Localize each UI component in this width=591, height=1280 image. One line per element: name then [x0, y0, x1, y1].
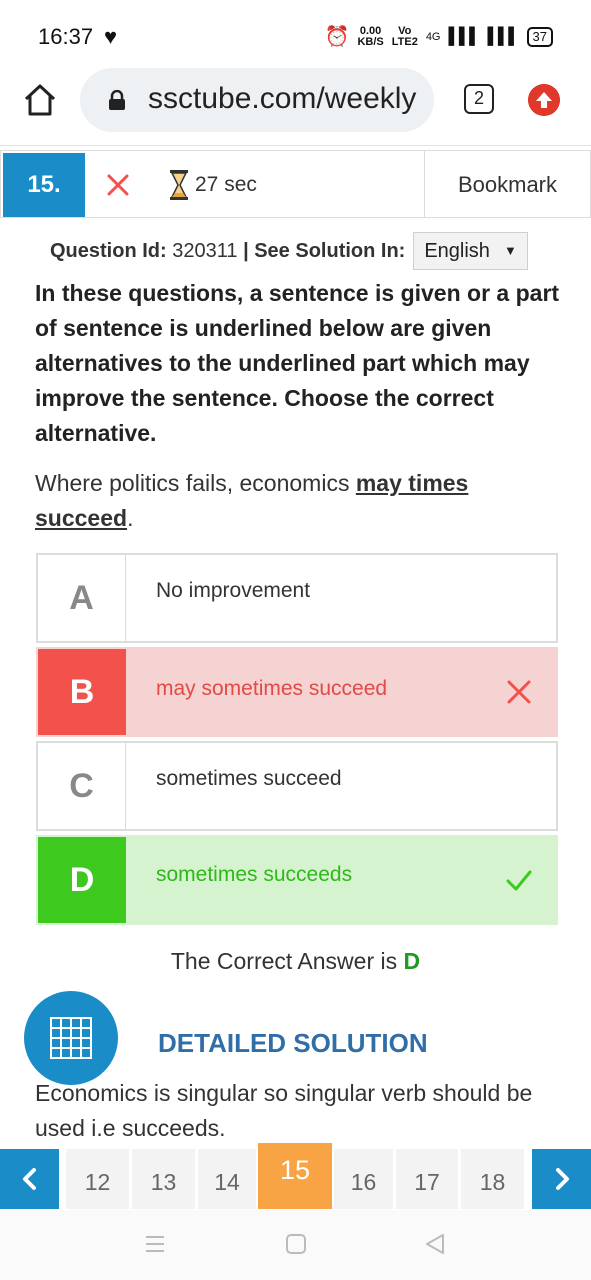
close-icon[interactable]: [104, 171, 132, 199]
home-nav-icon[interactable]: [285, 1233, 307, 1255]
page-item-16[interactable]: 16: [334, 1149, 394, 1209]
signal-icon-2: ▌▌▌: [487, 27, 520, 45]
question-prompt: In these questions, a sentence is given …: [35, 280, 560, 446]
status-icons: ⏰ 0.00 KB/S Vo LTE2 4G ▌▌▌ ▌▌▌ 37: [325, 24, 553, 49]
url-text[interactable]: ssctube.com/weekly: [148, 82, 416, 116]
next-button[interactable]: [532, 1149, 591, 1209]
network-type: 4G: [425, 30, 441, 43]
sentence-after: .: [127, 505, 134, 531]
option-text: No improvement: [156, 579, 311, 602]
question-number: 15.: [3, 153, 85, 217]
address-bar[interactable]: ssctube.com/weekly: [80, 68, 434, 132]
volte-indicator: Vo LTE2: [391, 25, 418, 48]
chevron-left-icon: [23, 1168, 36, 1190]
option-text: may sometimes succeed: [156, 677, 388, 700]
signal-icon: ▌▌▌: [448, 27, 481, 45]
tab-switcher-button[interactable]: 2: [464, 84, 494, 114]
correct-answer-value: D: [403, 948, 421, 974]
check-mark-icon: [506, 870, 532, 891]
page-item-17[interactable]: 17: [396, 1149, 459, 1209]
home-icon[interactable]: [22, 82, 58, 118]
option-b[interactable]: B may sometimes succeed: [36, 647, 558, 737]
menu-icon[interactable]: [144, 1233, 166, 1255]
sentence-before: Where politics fails, economics: [35, 470, 356, 496]
option-letter: D: [38, 837, 126, 923]
page-item-15[interactable]: 15: [258, 1143, 333, 1209]
browser-toolbar: ssctube.com/weekly 2: [0, 62, 591, 146]
option-letter: B: [38, 649, 126, 735]
hourglass-icon: [170, 170, 188, 200]
option-text: sometimes succeeds: [156, 863, 353, 886]
network-speed: 0.00 KB/S: [357, 25, 384, 48]
chevron-right-icon: [556, 1168, 569, 1190]
question-meta: Question Id: 320311 | See Solution In: E…: [50, 232, 528, 270]
timer-text: 27 sec: [195, 173, 257, 196]
language-select[interactable]: English ▼: [413, 232, 528, 270]
language-selected: English: [424, 240, 490, 262]
wrong-mark-icon: [507, 680, 531, 704]
page-item-18[interactable]: 18: [461, 1149, 525, 1209]
option-letter: C: [38, 743, 126, 829]
back-icon[interactable]: [424, 1233, 446, 1255]
battery-icon: 37: [526, 26, 553, 47]
caret-down-icon: ▼: [503, 243, 517, 258]
volte-bottom: LTE2: [391, 35, 418, 48]
question-grid-button[interactable]: [24, 991, 118, 1085]
timer: 27 sec: [169, 169, 257, 201]
option-text: sometimes succeed: [156, 767, 342, 790]
question-id-label: Question Id:: [50, 239, 167, 262]
question-id-value: 320311: [172, 239, 238, 262]
question-sentence: Where politics fails, economics may time…: [35, 466, 560, 536]
page-item-12[interactable]: 12: [66, 1149, 130, 1209]
speed-unit: KB/S: [357, 35, 384, 48]
option-d[interactable]: D sometimes succeeds: [36, 835, 558, 925]
previous-button[interactable]: [0, 1149, 59, 1209]
heart-icon: ♥: [104, 24, 118, 49]
solution-language-label: | See Solution In:: [243, 239, 406, 262]
option-c[interactable]: C sometimes succeed: [36, 741, 558, 831]
system-nav-bar: [0, 1210, 591, 1280]
solution-text: Economics is singular so singular verb s…: [35, 1080, 533, 1141]
option-a[interactable]: A No improvement: [36, 553, 558, 643]
upload-icon[interactable]: [528, 84, 560, 116]
correct-answer: The Correct Answer is D: [0, 948, 591, 975]
solution-title: DETAILED SOLUTION: [158, 1028, 428, 1058]
lock-icon: [109, 90, 125, 110]
page-item-14[interactable]: 14: [198, 1149, 257, 1209]
alarm-icon: ⏰: [324, 26, 350, 48]
bookmark-button[interactable]: Bookmark: [424, 151, 590, 217]
grid-icon: [50, 1017, 92, 1059]
question-header: 15. 27 sec Bookmark: [0, 150, 591, 218]
question-pagination: 12 13 14 15 16 17 18: [0, 1143, 591, 1209]
status-time: 16:37: [38, 24, 94, 49]
page-item-13[interactable]: 13: [132, 1149, 196, 1209]
option-letter: A: [38, 555, 126, 641]
correct-answer-label: The Correct Answer is: [170, 948, 404, 974]
